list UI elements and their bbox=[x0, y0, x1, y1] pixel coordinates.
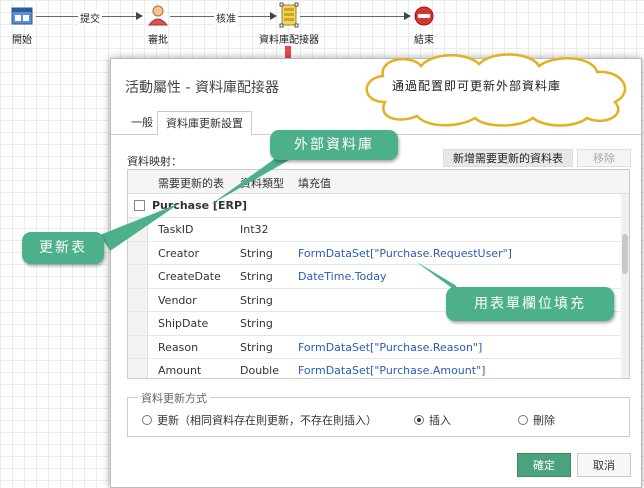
field-name: Amount bbox=[158, 364, 202, 377]
node-db-adapter[interactable]: 資料庫配接器 bbox=[258, 2, 320, 46]
radio-delete[interactable]: 刪除 bbox=[518, 412, 555, 428]
update-mode-group: 資料更新方式 更新（相同資料存在則更新，不存在則插入） 插入 刪除 bbox=[127, 390, 630, 437]
node-start[interactable]: 開始 bbox=[8, 6, 36, 46]
database-adapter-icon bbox=[279, 2, 299, 28]
radio-label: 插入 bbox=[429, 414, 451, 427]
tab-general[interactable]: 一般 bbox=[123, 111, 161, 136]
cancel-button[interactable]: 取消 bbox=[577, 453, 631, 477]
field-type: String bbox=[240, 317, 273, 330]
table-row[interactable]: CreateDate String DateTime.Today bbox=[128, 265, 623, 289]
fill-with-form-callout: 用表單欄位填充 bbox=[446, 287, 614, 321]
field-type: String bbox=[240, 270, 273, 283]
update-mode-legend: 資料更新方式 bbox=[138, 390, 210, 406]
field-type: String bbox=[240, 293, 273, 307]
ok-button[interactable]: 確定 bbox=[517, 453, 571, 477]
stop-icon bbox=[414, 6, 434, 26]
remove-button[interactable]: 移除 bbox=[577, 149, 631, 167]
node-label: 開始 bbox=[12, 35, 32, 46]
field-value[interactable]: FormDataSet["Purchase.Reason"] bbox=[298, 341, 482, 354]
grid-scrollbar[interactable] bbox=[621, 194, 629, 378]
node-approve[interactable]: 審批 bbox=[144, 4, 172, 46]
radio-label: 更新（相同資料存在則更新，不存在則插入） bbox=[157, 414, 377, 427]
row-gutter bbox=[128, 265, 148, 288]
field-name: Vendor bbox=[158, 293, 197, 307]
radio-insert[interactable]: 插入 bbox=[414, 412, 451, 428]
dialog-title: 活動屬性 - 資料庫配接器 bbox=[125, 80, 279, 96]
node-label: 審批 bbox=[148, 35, 168, 46]
arrowhead bbox=[136, 12, 143, 20]
radio-update[interactable]: 更新（相同資料存在則更新，不存在則插入） bbox=[142, 412, 377, 428]
edge-label-submit: 提交 bbox=[78, 10, 102, 25]
field-type: Int32 bbox=[240, 223, 269, 236]
external-db-callout: 外部資料庫 bbox=[270, 130, 398, 160]
update-table-callout: 更新表 bbox=[22, 232, 104, 264]
edge-label-approve: 核准 bbox=[214, 10, 238, 25]
field-type: String bbox=[240, 246, 273, 260]
tab-db-update-settings[interactable]: 資料庫更新設置 bbox=[157, 111, 252, 136]
node-label: 資料庫配接器 bbox=[259, 35, 319, 46]
field-name: CreateDate bbox=[158, 270, 221, 283]
row-gutter bbox=[128, 288, 148, 311]
add-table-button[interactable]: 新增需要更新的資料表 bbox=[443, 149, 573, 167]
radio-icon[interactable] bbox=[142, 415, 152, 425]
table-row[interactable]: Amount Double FormDataSet["Purchase.Amou… bbox=[128, 359, 623, 378]
radio-selected-icon[interactable] bbox=[414, 415, 424, 425]
radio-label: 刪除 bbox=[533, 414, 555, 427]
row-gutter bbox=[128, 312, 148, 335]
field-name: Reason bbox=[158, 340, 199, 354]
scrollbar-thumb[interactable] bbox=[622, 234, 628, 274]
table-row[interactable]: Creator String FormDataSet["Purchase.Req… bbox=[128, 241, 623, 265]
field-value[interactable]: FormDataSet["Purchase.Amount"] bbox=[298, 364, 485, 377]
user-icon bbox=[147, 5, 169, 26]
table-row[interactable]: TaskID Int32 bbox=[128, 218, 623, 242]
row-gutter bbox=[128, 359, 148, 378]
node-label: 結束 bbox=[414, 35, 434, 46]
radio-icon[interactable] bbox=[518, 415, 528, 425]
field-value[interactable]: DateTime.Today bbox=[298, 270, 387, 283]
node-end[interactable]: 結束 bbox=[410, 6, 438, 46]
field-type: Double bbox=[240, 364, 279, 377]
mapping-label: 資料映射： bbox=[127, 155, 182, 168]
start-icon bbox=[11, 7, 33, 25]
table-row[interactable]: Reason String FormDataSet["Purchase.Reas… bbox=[128, 335, 623, 359]
cloud-callout-text: 通過配置即可更新外部資料庫 bbox=[392, 79, 562, 93]
field-name: ShipDate bbox=[158, 317, 209, 330]
field-type: String bbox=[240, 340, 273, 354]
row-gutter bbox=[128, 335, 148, 358]
